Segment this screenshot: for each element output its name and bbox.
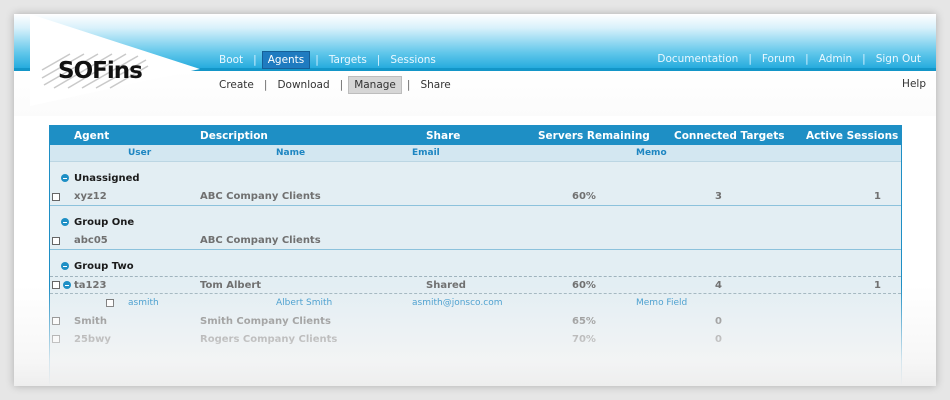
subnav-separator: | [406, 79, 411, 91]
agents-table: Agent Description Share Servers Remainin… [49, 125, 902, 386]
table-row[interactable]: xyz12 ABC Company Clients 60% 3 1 [50, 188, 901, 206]
subnav-separator: | [263, 79, 268, 91]
table-row[interactable]: abc05 ABC Company Clients [50, 232, 901, 250]
group-row-group-one[interactable]: Group One [50, 212, 901, 232]
group-name: Unassigned [74, 172, 140, 184]
member-memo-link[interactable]: Memo Field [636, 294, 687, 312]
member-email-link[interactable]: asmith@jonsco.com [412, 294, 502, 312]
col-user[interactable]: User [128, 145, 151, 161]
nav-separator: | [748, 53, 752, 65]
col-connected-targets[interactable]: Connected Targets [674, 126, 785, 145]
cell-targets: 0 [715, 315, 722, 327]
col-servers-remaining[interactable]: Servers Remaining [538, 126, 650, 145]
collapse-icon[interactable] [61, 174, 69, 182]
nav-separator: | [376, 54, 381, 66]
cell-servers: 60% [572, 279, 596, 291]
nav-sessions[interactable]: Sessions [385, 52, 441, 68]
cell-description: Rogers Company Clients [200, 333, 338, 345]
col-memo[interactable]: Memo [636, 145, 667, 161]
cell-targets: 0 [715, 333, 722, 345]
cell-description: ABC Company Clients [200, 191, 321, 202]
cell-agent: xyz12 [74, 191, 107, 202]
app-window: SOFins Boot | Agents | Targets | Session… [14, 14, 936, 386]
subnav-download[interactable]: Download [272, 77, 334, 93]
row-checkbox[interactable] [52, 236, 60, 245]
nav-separator: | [862, 53, 866, 65]
group-row-unassigned[interactable]: Unassigned [50, 168, 901, 188]
row-checkbox[interactable] [52, 317, 60, 325]
nav-separator: | [315, 54, 319, 66]
subnav-manage[interactable]: Manage [348, 76, 402, 94]
main-nav: Boot | Agents | Targets | Sessions [214, 51, 441, 69]
cell-agent: ta123 [74, 279, 107, 291]
table-header: Agent Description Share Servers Remainin… [50, 126, 901, 145]
member-row[interactable]: asmith Albert Smith asmith@jonsco.com Me… [50, 294, 901, 312]
subnav-separator: | [339, 79, 344, 91]
cell-agent: abc05 [74, 235, 108, 246]
group-row-group-two[interactable]: Group Two [50, 256, 901, 276]
cell-servers: 60% [572, 191, 596, 202]
nav-admin[interactable]: Admin [814, 51, 857, 67]
member-name-link[interactable]: Albert Smith [276, 294, 332, 312]
col-share[interactable]: Share [426, 126, 460, 145]
col-active-sessions[interactable]: Active Sessions [806, 126, 898, 145]
nav-documentation[interactable]: Documentation [652, 51, 743, 67]
cell-agent: 25bwy [74, 333, 111, 345]
nav-targets[interactable]: Targets [324, 52, 372, 68]
nav-separator: | [805, 53, 809, 65]
logo-text[interactable]: SOFins [58, 58, 143, 84]
collapse-icon[interactable] [61, 218, 69, 226]
cell-description: Smith Company Clients [200, 315, 331, 327]
cell-share: Shared [426, 279, 466, 291]
member-user-link[interactable]: asmith [128, 294, 159, 312]
subnav-create[interactable]: Create [214, 77, 259, 93]
cell-agent: Smith [74, 315, 107, 327]
row-checkbox[interactable] [52, 281, 60, 289]
row-checkbox[interactable] [52, 335, 60, 343]
col-name[interactable]: Name [276, 145, 305, 161]
group-name: Group One [74, 216, 135, 228]
nav-boot[interactable]: Boot [214, 52, 248, 68]
cell-description: ABC Company Clients [200, 235, 321, 246]
subnav-share[interactable]: Share [415, 77, 455, 93]
table-row[interactable]: Smith Smith Company Clients 65% 0 [50, 312, 901, 330]
help-link[interactable]: Help [902, 78, 926, 90]
collapse-icon[interactable] [63, 281, 71, 289]
group-name: Group Two [74, 260, 134, 272]
nav-forum[interactable]: Forum [757, 51, 800, 67]
sub-nav: Create | Download | Manage | Share [214, 76, 456, 94]
collapse-icon[interactable] [61, 262, 69, 270]
cell-sessions: 1 [874, 279, 881, 291]
member-checkbox[interactable] [106, 299, 114, 307]
cell-servers: 70% [572, 333, 596, 345]
nav-separator: | [253, 54, 257, 66]
col-email[interactable]: Email [412, 145, 440, 161]
cell-servers: 65% [572, 315, 596, 327]
cell-targets: 4 [715, 279, 722, 291]
table-row[interactable]: 25bwy Rogers Company Clients 70% 0 [50, 330, 901, 348]
cell-sessions: 1 [874, 191, 881, 202]
table-row[interactable]: ta123 Tom Albert Shared 60% 4 1 [50, 276, 901, 294]
nav-sign-out[interactable]: Sign Out [871, 51, 926, 67]
table-subheader: User Name Email Memo [50, 145, 901, 162]
utility-nav: Documentation | Forum | Admin | Sign Out [652, 51, 926, 67]
cell-description: Tom Albert [200, 279, 262, 291]
col-description[interactable]: Description [200, 126, 268, 145]
row-checkbox[interactable] [52, 192, 60, 201]
col-agent[interactable]: Agent [74, 126, 109, 145]
cell-targets: 3 [715, 191, 722, 202]
nav-agents[interactable]: Agents [261, 51, 311, 69]
